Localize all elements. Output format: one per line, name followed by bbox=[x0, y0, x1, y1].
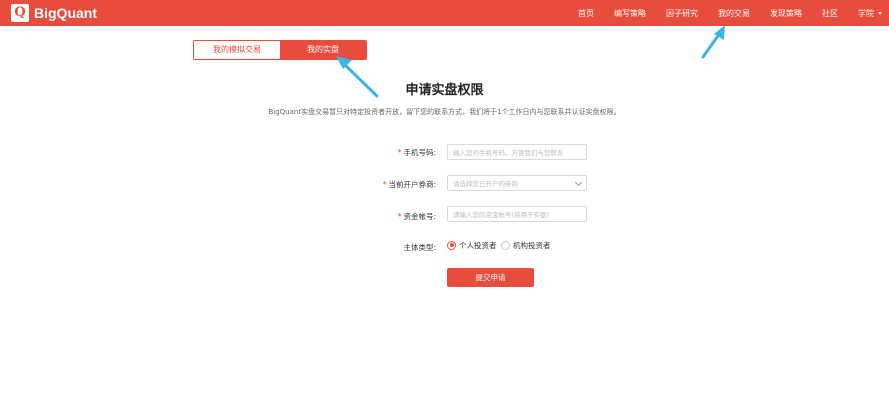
chevron-down-icon bbox=[574, 178, 583, 187]
broker-select[interactable]: 请选择您已开户的券商 bbox=[447, 175, 587, 191]
brand-name[interactable]: BigQuant bbox=[34, 3, 97, 23]
required-mark: * bbox=[397, 148, 402, 157]
phone-label: * 手机号码: bbox=[236, 147, 436, 158]
radio-individual[interactable]: 个人投资者 bbox=[447, 240, 497, 251]
nav-academy-label: 学院 bbox=[858, 9, 874, 18]
broker-label-text: 当前开户券商: bbox=[388, 180, 436, 189]
entity-type-label: 主体类型: bbox=[403, 243, 436, 252]
phone-input[interactable]: 输入您的手机号码，方便我们与您联系 bbox=[447, 144, 587, 160]
radio-institution[interactable]: 机构投资者 bbox=[501, 240, 551, 251]
phone-label-text: 手机号码: bbox=[403, 148, 436, 157]
annotation-arrows bbox=[336, 25, 725, 98]
page-title: 申请实盘权限 bbox=[405, 83, 484, 98]
logo-letter: Q bbox=[14, 5, 26, 20]
required-mark: * bbox=[382, 180, 387, 189]
submit-button[interactable]: 提交申请 bbox=[447, 268, 534, 287]
tab-simulated-trading[interactable]: 我的模拟交易 bbox=[194, 41, 280, 59]
nav-discover-strategy[interactable]: 发现策略 bbox=[770, 0, 802, 26]
tab-live-trading[interactable]: 我的实盘 bbox=[280, 41, 366, 59]
nav-write-strategy[interactable]: 编写策略 bbox=[614, 0, 646, 26]
nav-academy[interactable]: 学院 bbox=[858, 0, 882, 26]
page-subtitle: BigQuant实盘交易暂只对特定投资者开放，留下您的联系方式，我们将于1个工作… bbox=[268, 108, 621, 116]
nav-home[interactable]: 首页 bbox=[578, 0, 594, 26]
top-navbar: Q BigQuant 首页 编写策略 因子研究 我的交易 发现策略 社区 学院 bbox=[0, 0, 889, 26]
nav-community[interactable]: 社区 bbox=[822, 0, 838, 26]
nav-factor-research[interactable]: 因子研究 bbox=[666, 0, 698, 26]
radio-institution-label: 机构投资者 bbox=[513, 241, 551, 250]
broker-select-placeholder: 请选择您已开户的券商 bbox=[453, 180, 518, 188]
trading-tabs: 我的模拟交易 我的实盘 bbox=[193, 40, 367, 60]
account-input[interactable]: 请输入您的资金帐号(将用于实盘) bbox=[447, 206, 587, 222]
annotation-arrow-nav bbox=[701, 25, 725, 59]
account-label-text: 资金帐号: bbox=[403, 212, 436, 221]
account-label: * 资金帐号: bbox=[236, 211, 436, 222]
broker-label: * 当前开户券商: bbox=[236, 179, 436, 190]
required-mark: * bbox=[397, 212, 402, 221]
radio-individual-label: 个人投资者 bbox=[459, 241, 497, 250]
brand-logo-icon[interactable]: Q bbox=[11, 4, 29, 22]
chevron-down-icon bbox=[878, 12, 882, 15]
radio-unchecked-icon bbox=[501, 240, 510, 250]
nav-my-trading[interactable]: 我的交易 bbox=[718, 0, 750, 26]
radio-checked-icon bbox=[447, 240, 456, 250]
